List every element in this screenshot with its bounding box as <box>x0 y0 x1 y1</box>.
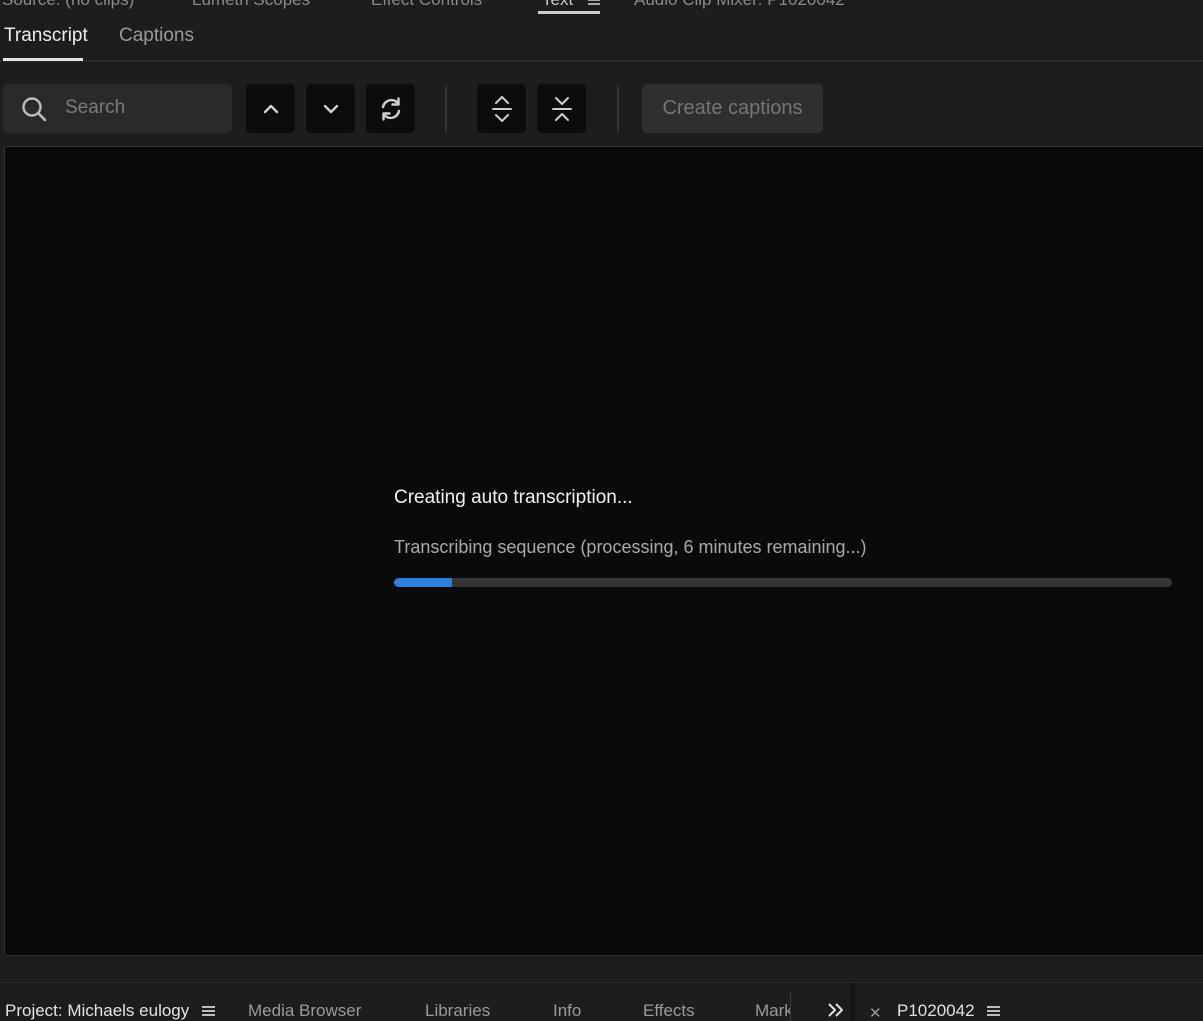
sequence-menu-icon[interactable] <box>987 1006 1000 1017</box>
expand-button[interactable] <box>477 84 526 133</box>
tab-effect-controls[interactable]: Effect Controls <box>371 0 482 10</box>
progress-fill <box>394 578 453 587</box>
tab-media-browser[interactable]: Media Browser <box>248 1001 361 1021</box>
project-menu-icon[interactable] <box>202 1006 215 1017</box>
transcript-toolbar: Create captions <box>0 62 1203 146</box>
tab-project[interactable]: Project: Michaels eulogy <box>5 1001 189 1021</box>
transcription-status-title: Creating auto transcription... <box>394 487 633 508</box>
expand-icon <box>489 94 515 124</box>
tab-transcript[interactable]: Transcript <box>4 25 88 47</box>
bottom-panel-tabs: Project: Michaels eulogy Media Browser L… <box>0 982 1203 1021</box>
panel-separator <box>850 983 855 1021</box>
tab-sequence[interactable]: P1020042 <box>897 1001 975 1021</box>
text-panel-subtabs: Transcript Captions <box>0 16 1203 62</box>
collapse-icon <box>549 94 575 124</box>
refresh-button[interactable] <box>366 84 415 133</box>
collapse-button[interactable] <box>537 84 586 133</box>
top-panel-tabs: Source: (no clips) Lumetri Scopes Effect… <box>0 0 1203 16</box>
toolbar-divider <box>617 86 619 132</box>
double-chevron-right-icon[interactable] <box>826 1002 846 1018</box>
chevron-up-icon <box>262 100 280 118</box>
tab-captions[interactable]: Captions <box>119 25 194 47</box>
transcript-content: Creating auto transcription... Transcrib… <box>4 146 1203 956</box>
create-captions-button[interactable]: Create captions <box>642 84 823 133</box>
tab-divider <box>790 991 791 1021</box>
chevron-down-icon <box>322 100 340 118</box>
tab-text[interactable]: Text <box>542 0 573 10</box>
next-result-button[interactable] <box>306 84 355 133</box>
transcription-progress-bar <box>394 578 1172 587</box>
previous-result-button[interactable] <box>246 84 295 133</box>
search-box[interactable] <box>3 84 232 133</box>
panel-menu-icon[interactable] <box>588 0 600 9</box>
tab-info[interactable]: Info <box>553 1001 581 1021</box>
search-icon <box>20 95 48 123</box>
transcription-status-detail: Transcribing sequence (processing, 6 min… <box>394 537 867 557</box>
active-subtab-indicator <box>3 58 83 61</box>
refresh-icon <box>377 95 405 123</box>
tab-lumetri-scopes[interactable]: Lumetri Scopes <box>192 0 310 10</box>
tab-source[interactable]: Source: (no clips) <box>2 0 134 10</box>
toolbar-divider <box>445 86 447 132</box>
search-input[interactable] <box>65 92 225 124</box>
active-tab-indicator <box>538 11 600 14</box>
panel-gap <box>0 956 1203 982</box>
tab-markers[interactable]: Markers <box>755 1001 790 1021</box>
tab-effects[interactable]: Effects <box>643 1001 695 1021</box>
close-icon[interactable]: ✕ <box>869 1004 882 1021</box>
tab-libraries[interactable]: Libraries <box>425 1001 490 1021</box>
tab-audio-clip-mixer[interactable]: Audio Clip Mixer: P1020042 <box>634 0 845 10</box>
